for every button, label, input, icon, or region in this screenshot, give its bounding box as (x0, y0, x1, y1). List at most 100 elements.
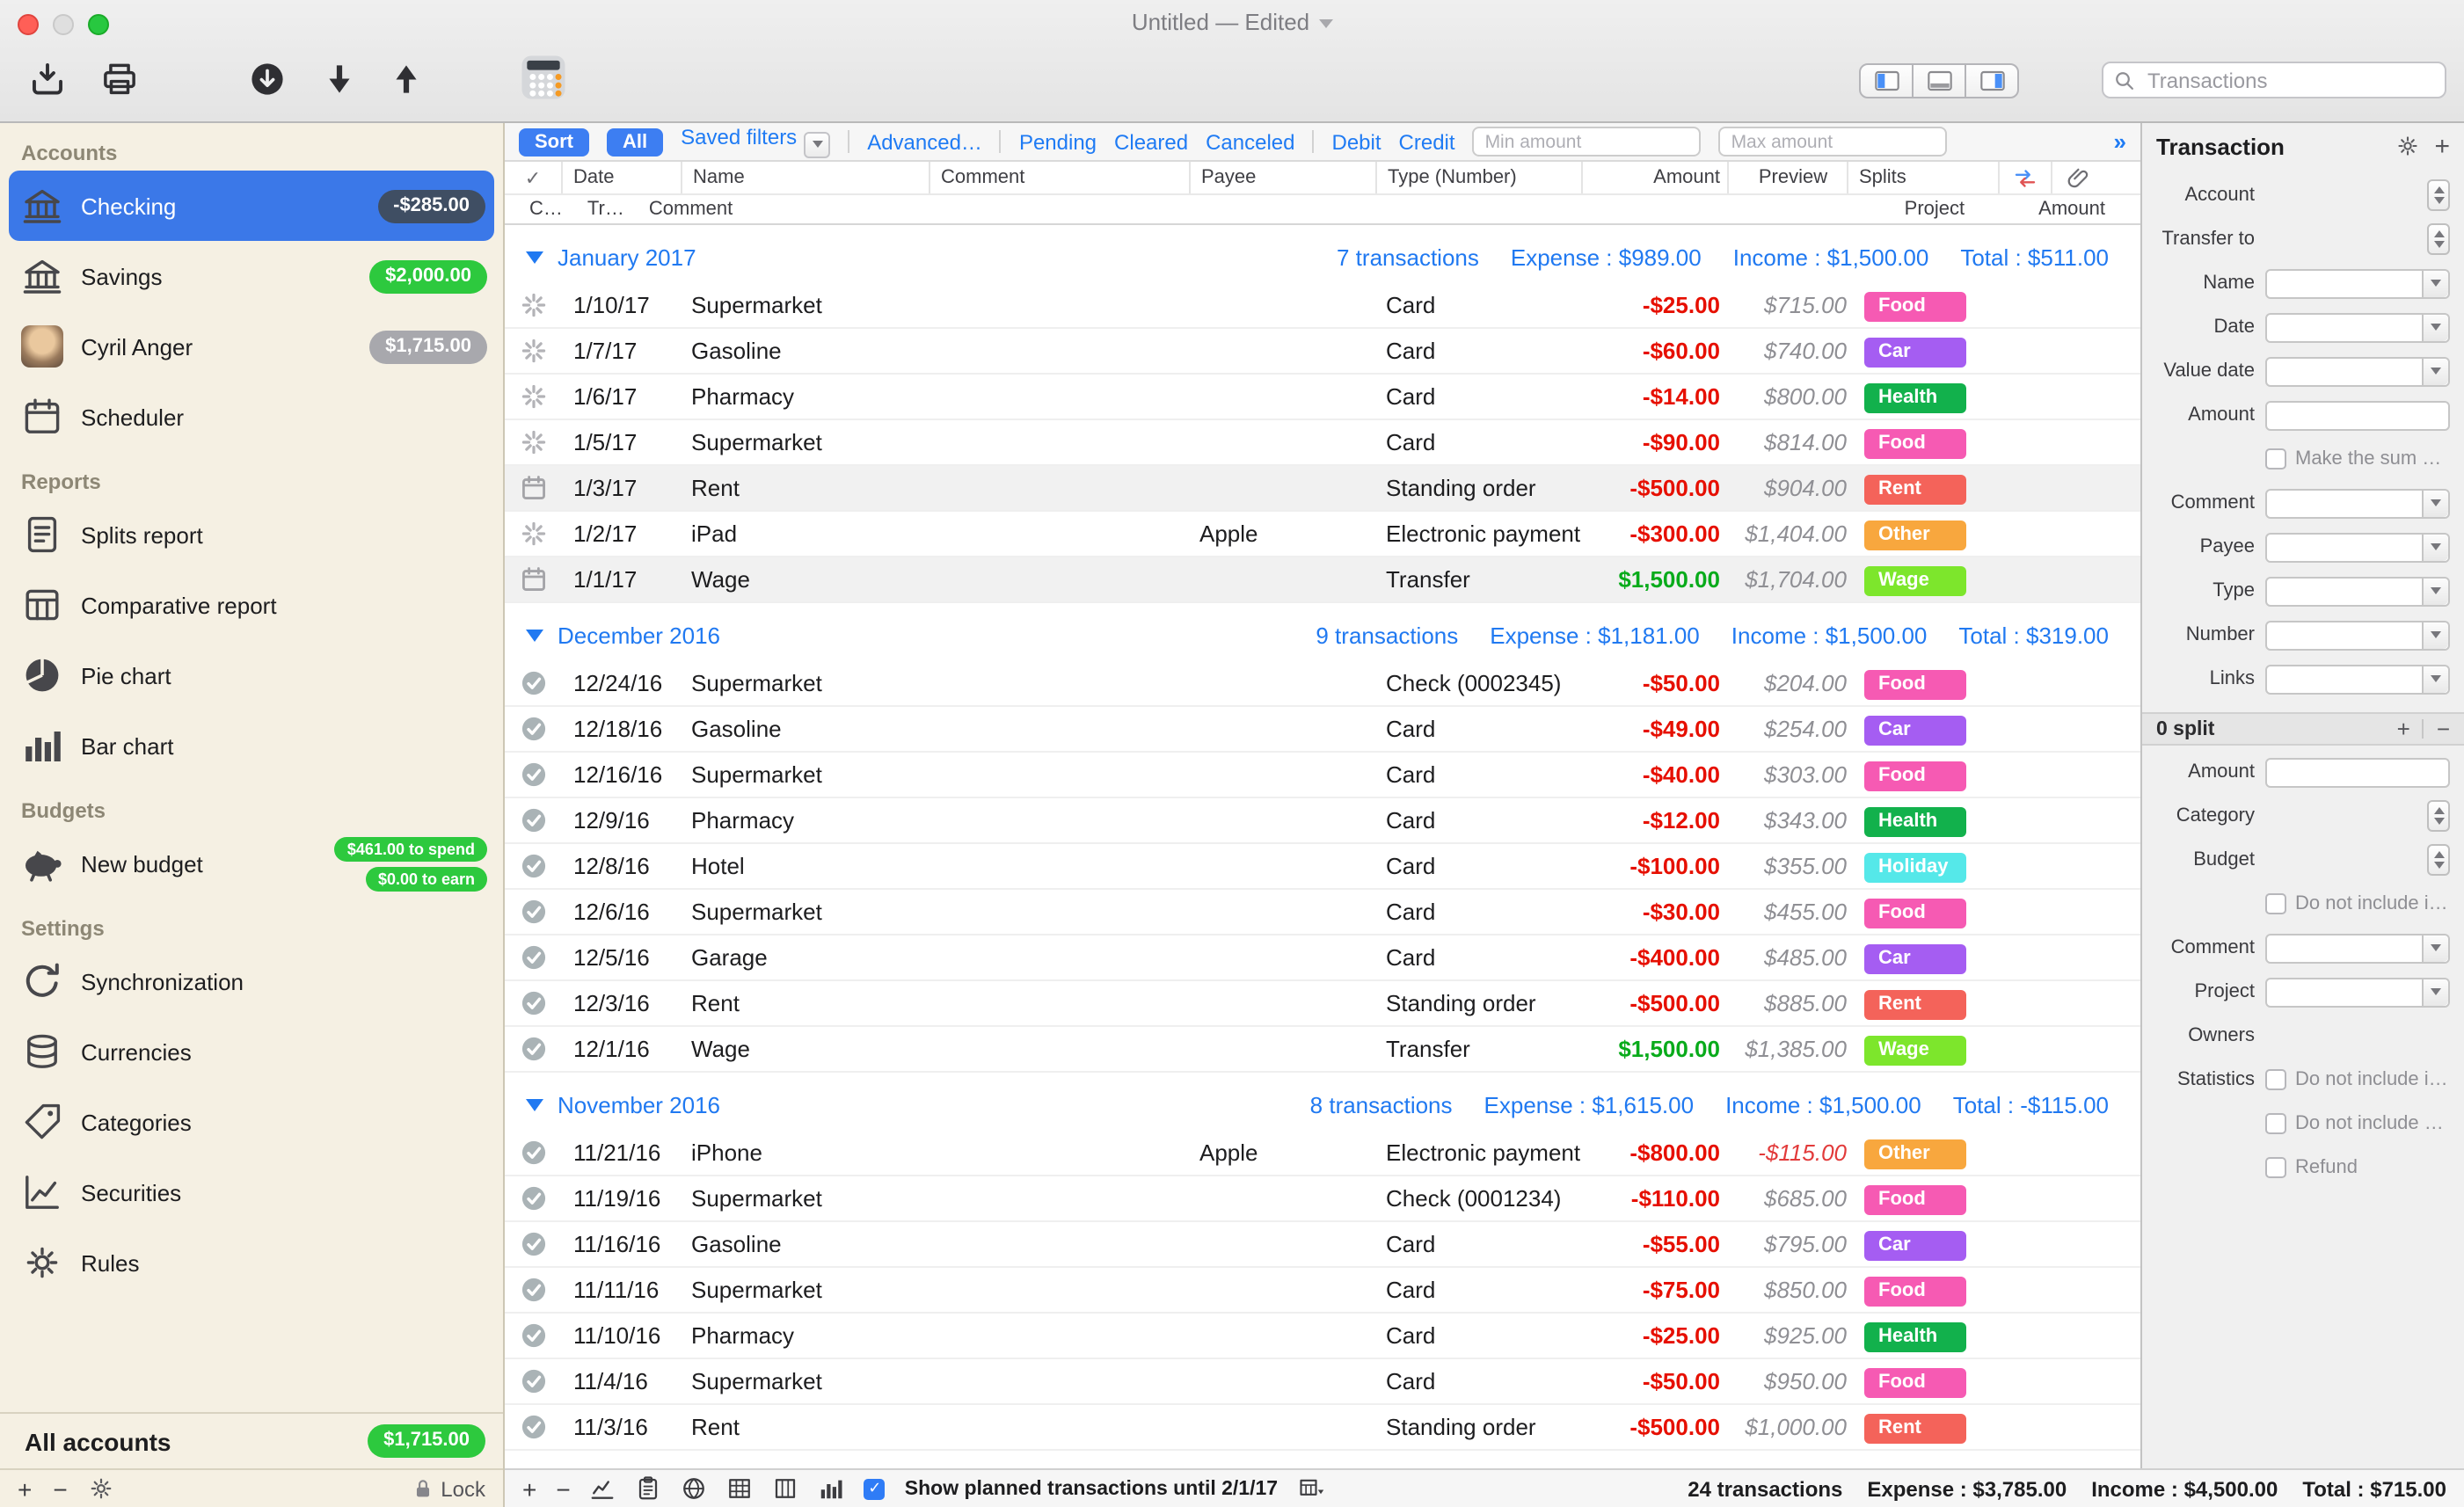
advanced-filter-button[interactable]: Advanced… (867, 129, 982, 154)
calendar-popup-icon[interactable] (1297, 1475, 1323, 1502)
sidebar-item-synchronization[interactable]: Synchronization (0, 946, 503, 1016)
transaction-row[interactable]: 12/5/16GarageCard-$400.00$485.00Car (505, 936, 2140, 981)
transaction-row[interactable]: 1/5/17SupermarketCard-$90.00$814.00Food (505, 420, 2140, 466)
combo-arrow-button[interactable] (2422, 578, 2448, 604)
columns-view-icon[interactable] (773, 1475, 799, 1502)
column-header-amount[interactable]: Amount (1581, 162, 1727, 193)
column-header-comment[interactable]: Comment (929, 162, 1189, 193)
transaction-row[interactable]: 12/9/16PharmacyCard-$12.00$343.00Health (505, 798, 2140, 844)
sidebar-item-cyril-anger[interactable]: Cyril Anger$1,715.00 (0, 311, 503, 382)
transaction-row[interactable]: 1/10/17SupermarketCard-$25.00$715.00Food (505, 283, 2140, 329)
subheader-c[interactable]: C… (529, 199, 563, 220)
transaction-row[interactable]: 11/11/16SupermarketCard-$75.00$850.00Foo… (505, 1268, 2140, 1314)
disclosure-triangle-icon[interactable] (526, 251, 543, 263)
transaction-row[interactable]: 11/10/16PharmacyCard-$25.00$925.00Health (505, 1314, 2140, 1359)
sidebar-item-pie-chart[interactable]: Pie chart (0, 640, 503, 710)
transaction-row[interactable]: 1/1/17WageTransfer$1,500.00$1,704.00Wage (505, 557, 2140, 603)
combo-arrow-button[interactable] (2422, 935, 2448, 961)
transaction-row[interactable]: 11/3/16RentStanding order-$500.00$1,000.… (505, 1405, 2140, 1451)
combo-arrow-button[interactable] (2422, 534, 2448, 560)
transaction-row[interactable]: 12/8/16HotelCard-$100.00$355.00Holiday (505, 844, 2140, 890)
column-header-transfer-icon[interactable] (1998, 162, 2051, 193)
subheader-comment[interactable]: Comment (649, 199, 733, 220)
transaction-row[interactable]: 11/21/16iPhoneAppleElectronic payment-$8… (505, 1131, 2140, 1176)
column-header-check[interactable]: ✓ (505, 162, 561, 193)
column-header-name[interactable]: Name (681, 162, 929, 193)
globe-icon[interactable] (682, 1475, 708, 1502)
column-header-attachment-icon[interactable] (2051, 162, 2103, 193)
sidebar-item-scheduler[interactable]: Scheduler (0, 382, 503, 452)
max-amount-input[interactable] (1719, 127, 1948, 157)
saved-filters-dropdown[interactable]: Saved filters (681, 126, 830, 158)
transaction-row[interactable]: 11/16/16GasolineCard-$55.00$795.00Car (505, 1222, 2140, 1268)
transaction-row[interactable]: 12/1/16WageTransfer$1,500.00$1,385.00Wag… (505, 1027, 2140, 1073)
remove-transaction-button[interactable]: − (556, 1476, 570, 1501)
disclosure-triangle-icon[interactable] (526, 629, 543, 641)
transaction-row[interactable]: 12/18/16GasolineCard-$49.00$254.00Car (505, 707, 2140, 753)
import-icon[interactable] (28, 60, 67, 98)
stepper-control[interactable] (2427, 223, 2450, 255)
lock-button[interactable]: Lock (411, 1476, 485, 1501)
stepper-control[interactable] (2427, 844, 2450, 876)
filter-all-button[interactable]: All (607, 127, 663, 156)
date-input-box[interactable] (2265, 356, 2450, 386)
add-split-button[interactable]: + (2397, 716, 2410, 742)
month-group-header[interactable]: January 20177 transactionsExpense : $989… (505, 230, 2140, 283)
line-chart-icon[interactable] (590, 1475, 616, 1502)
filter-cleared-button[interactable]: Cleared (1114, 129, 1188, 154)
report-icon[interactable] (636, 1475, 662, 1502)
arrow-down-icon[interactable] (320, 60, 359, 98)
checkbox[interactable] (2265, 448, 2286, 470)
month-group-header[interactable]: November 20168 transactionsExpense : $1,… (505, 1078, 2140, 1131)
title-popup-chevron-icon[interactable] (1318, 19, 1332, 28)
dropdown-chevron-icon[interactable] (804, 132, 830, 158)
stepper-control[interactable] (2427, 179, 2450, 211)
add-transaction-button[interactable]: + (522, 1476, 536, 1501)
print-icon[interactable] (100, 60, 139, 98)
checkbox[interactable] (2265, 1113, 2286, 1134)
combo-input-box[interactable] (2265, 977, 2450, 1007)
toggle-bottombar-button[interactable] (1912, 63, 1966, 98)
sidebar-item-currencies[interactable]: Currencies (0, 1016, 503, 1087)
add-account-button[interactable]: + (18, 1476, 32, 1501)
action-gear-icon[interactable] (89, 1475, 115, 1502)
filter-credit-button[interactable]: Credit (1399, 129, 1455, 154)
combo-input-box[interactable] (2265, 620, 2450, 650)
all-accounts-row[interactable]: All accounts $1,715.00 (0, 1412, 503, 1468)
table-view-icon[interactable] (727, 1475, 754, 1502)
transaction-row[interactable]: 1/7/17GasolineCard-$60.00$740.00Car (505, 329, 2140, 375)
disclosure-triangle-icon[interactable] (526, 1098, 543, 1110)
sidebar-item-checking[interactable]: Checking-$285.00 (9, 171, 494, 241)
checkbox[interactable] (2265, 893, 2286, 914)
month-group-header[interactable]: December 20169 transactionsExpense : $1,… (505, 608, 2140, 661)
combo-input-box[interactable] (2265, 488, 2450, 518)
combo-arrow-button[interactable] (2422, 270, 2448, 296)
filter-pending-button[interactable]: Pending (1019, 129, 1097, 154)
column-header-type[interactable]: Type (Number) (1375, 162, 1581, 193)
combo-input-box[interactable] (2265, 664, 2450, 694)
filter-canceled-button[interactable]: Canceled (1206, 129, 1294, 154)
combo-input-box[interactable] (2265, 532, 2450, 562)
sidebar-item-comparative-report[interactable]: Comparative report (0, 570, 503, 640)
transaction-row[interactable]: 12/3/16RentStanding order-$500.00$885.00… (505, 981, 2140, 1027)
combo-arrow-button[interactable] (2422, 979, 2448, 1005)
filter-debit-button[interactable]: Debit (1332, 129, 1381, 154)
sidebar-item-savings[interactable]: Savings$2,000.00 (0, 241, 503, 311)
column-header-payee[interactable]: Payee (1189, 162, 1375, 193)
sidebar-item-bar-chart[interactable]: Bar chart (0, 710, 503, 781)
remove-account-button[interactable]: − (53, 1476, 67, 1501)
inspector-add-icon[interactable]: + (2434, 133, 2450, 159)
more-filters-button[interactable]: » (2114, 128, 2126, 155)
transaction-row[interactable]: 1/3/17RentStanding order-$500.00$904.00R… (505, 466, 2140, 512)
inspector-gear-icon[interactable] (2395, 134, 2420, 158)
transaction-row[interactable]: 1/6/17PharmacyCard-$14.00$800.00Health (505, 375, 2140, 420)
calculator-app-icon[interactable] (519, 53, 568, 102)
subheader-project[interactable]: Project (1905, 199, 1965, 220)
date-picker-button[interactable] (2422, 358, 2448, 384)
stepper-control[interactable] (2427, 800, 2450, 832)
date-picker-button[interactable] (2422, 314, 2448, 340)
sort-button[interactable]: Sort (519, 127, 589, 156)
arrow-up-icon[interactable] (387, 60, 426, 98)
transaction-row[interactable]: 12/24/16SupermarketCheck (0002345)-$50.0… (505, 661, 2140, 707)
transaction-row[interactable]: 12/6/16SupermarketCard-$30.00$455.00Food (505, 890, 2140, 936)
